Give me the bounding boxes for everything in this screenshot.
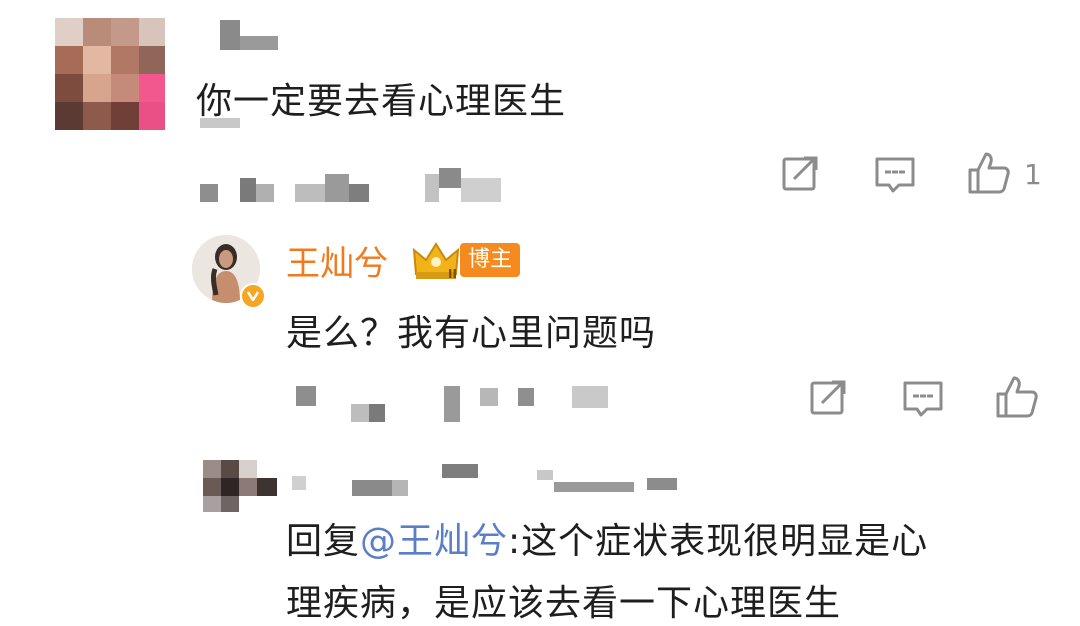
like-icon[interactable] (966, 150, 1012, 196)
reply-line-2: 理疾病，是应该去看一下心理医生 (286, 583, 842, 624)
crown-icon: II (412, 242, 460, 280)
blogger-badge: II 博主 (412, 240, 521, 280)
reply-prefix: 回复 (286, 521, 361, 562)
verified-badge-icon (240, 283, 266, 309)
share-icon[interactable] (780, 153, 822, 195)
commenter-avatar[interactable] (55, 18, 165, 130)
reply-meta-blurred (296, 382, 616, 424)
like-icon[interactable] (994, 374, 1040, 420)
replier-name-blurred[interactable] (292, 460, 692, 500)
reply-text-part: :这个症状表现很明显是心 (508, 521, 929, 562)
comment-icon[interactable] (873, 153, 917, 197)
blogger-username[interactable]: 王灿兮 (286, 236, 388, 285)
replier-avatar[interactable] (203, 460, 277, 512)
comment-icon[interactable] (901, 377, 945, 421)
commenter-name-blurred[interactable] (220, 20, 280, 52)
svg-text:II: II (448, 267, 457, 280)
reply-text: 是么？我有心里问题吗 (286, 313, 657, 354)
comment-text: 你一定要去看心理医生 (196, 81, 567, 122)
blogger-badge-label: 博主 (460, 243, 521, 277)
share-icon[interactable] (808, 377, 850, 419)
reply-line-1: 回复@王灿兮:这个症状表现很明显是心 (286, 512, 928, 564)
mention-link[interactable]: @王灿兮 (360, 521, 508, 562)
like-count: 1 (1024, 158, 1042, 191)
comment-meta-blurred (200, 118, 520, 208)
